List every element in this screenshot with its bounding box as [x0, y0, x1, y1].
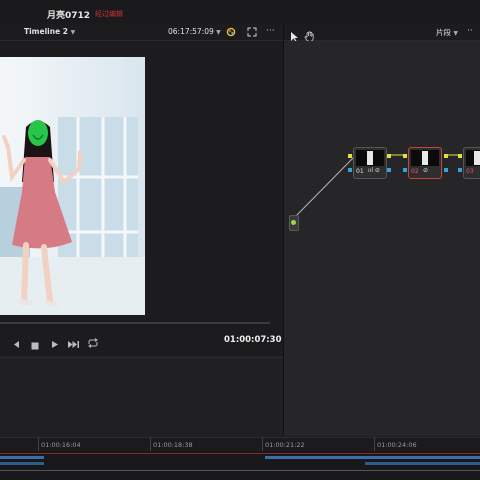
node-label: 01 — [356, 168, 364, 175]
node-02[interactable]: 02 ⊘ — [408, 147, 442, 179]
chevron-down-icon: ▼ — [453, 30, 459, 37]
rgb-output-port[interactable] — [387, 154, 391, 158]
node-label: 02 — [411, 168, 419, 175]
ruler-timecode: 01:00:16:04 — [41, 441, 81, 449]
source-timecode-selector[interactable]: 06:17:57:09 ▼ — [168, 27, 221, 36]
playhead-line — [0, 453, 480, 454]
node-disabled-icon: ⊘ — [423, 167, 429, 174]
more-icon[interactable]: ·· — [467, 26, 473, 36]
rgb-input-port[interactable] — [403, 154, 407, 158]
video-frame — [0, 57, 145, 315]
node-thumbnail — [466, 150, 480, 166]
ruler-timecode: 01:00:24:06 — [377, 441, 417, 449]
rgb-input-port[interactable] — [348, 154, 352, 158]
record-timecode: 01:00:07:30 — [224, 335, 282, 345]
chevron-down-icon: ▼ — [70, 29, 76, 36]
node-thumbnail — [356, 150, 384, 166]
track-divider — [0, 470, 480, 471]
input-port-icon — [291, 220, 296, 225]
node-01[interactable]: 01 ııl ⊘ — [353, 147, 387, 179]
node-mode-selector[interactable]: 片段 ▼ — [436, 27, 458, 38]
ruler-timecode: 01:00:21:22 — [265, 441, 305, 449]
node-editor[interactable] — [284, 41, 480, 436]
rgb-input-port[interactable] — [458, 154, 462, 158]
timeline-name: Timeline 2 — [24, 27, 68, 36]
project-title: 月亮0712 — [47, 11, 91, 21]
node-mode-label: 片段 — [436, 28, 451, 37]
jump-end-icon[interactable] — [67, 334, 80, 353]
ruler-tick — [38, 438, 39, 452]
node-label: 03 — [466, 168, 474, 175]
more-icon[interactable]: ··· — [266, 26, 275, 36]
lower-panel — [0, 357, 283, 437]
ruler-timecode: 01:00:18:38 — [153, 441, 193, 449]
prev-frame-icon[interactable] — [12, 334, 20, 353]
timeline-selector[interactable]: Timeline 2 ▼ — [24, 27, 75, 36]
source-input-node[interactable] — [289, 215, 299, 231]
play-icon[interactable] — [51, 334, 59, 353]
node-tools-icon: ııl ⊘ — [368, 167, 380, 174]
ruler-tick — [374, 438, 375, 452]
ruler-tick — [150, 438, 151, 452]
timeline-tracks[interactable] — [0, 451, 480, 480]
key-input-port[interactable] — [348, 168, 352, 172]
loop-icon[interactable] — [87, 333, 99, 352]
key-input-port[interactable] — [403, 168, 407, 172]
timeline-ruler[interactable]: 01:00:16:04 01:00:18:38 01:00:21:22 01:0… — [0, 437, 480, 452]
node-03[interactable]: 03 — [463, 147, 480, 179]
chevron-down-icon: ▼ — [216, 29, 221, 36]
key-output-port[interactable] — [444, 168, 448, 172]
color-wheel-icon[interactable] — [226, 27, 236, 37]
clip[interactable] — [0, 462, 44, 465]
playhead-scrubber[interactable] — [0, 322, 270, 324]
clip[interactable] — [265, 456, 480, 459]
fit-icon[interactable] — [247, 27, 257, 40]
node-thumbnail — [411, 150, 439, 166]
source-timecode: 06:17:57:09 — [168, 27, 214, 36]
key-output-port[interactable] — [387, 168, 391, 172]
key-input-port[interactable] — [458, 168, 462, 172]
stop-icon[interactable] — [31, 335, 39, 354]
edit-status-label: 经过编辑 — [95, 10, 123, 18]
ruler-tick — [262, 438, 263, 452]
clip[interactable] — [365, 462, 480, 465]
rgb-output-port[interactable] — [444, 154, 448, 158]
clip[interactable] — [0, 456, 44, 459]
